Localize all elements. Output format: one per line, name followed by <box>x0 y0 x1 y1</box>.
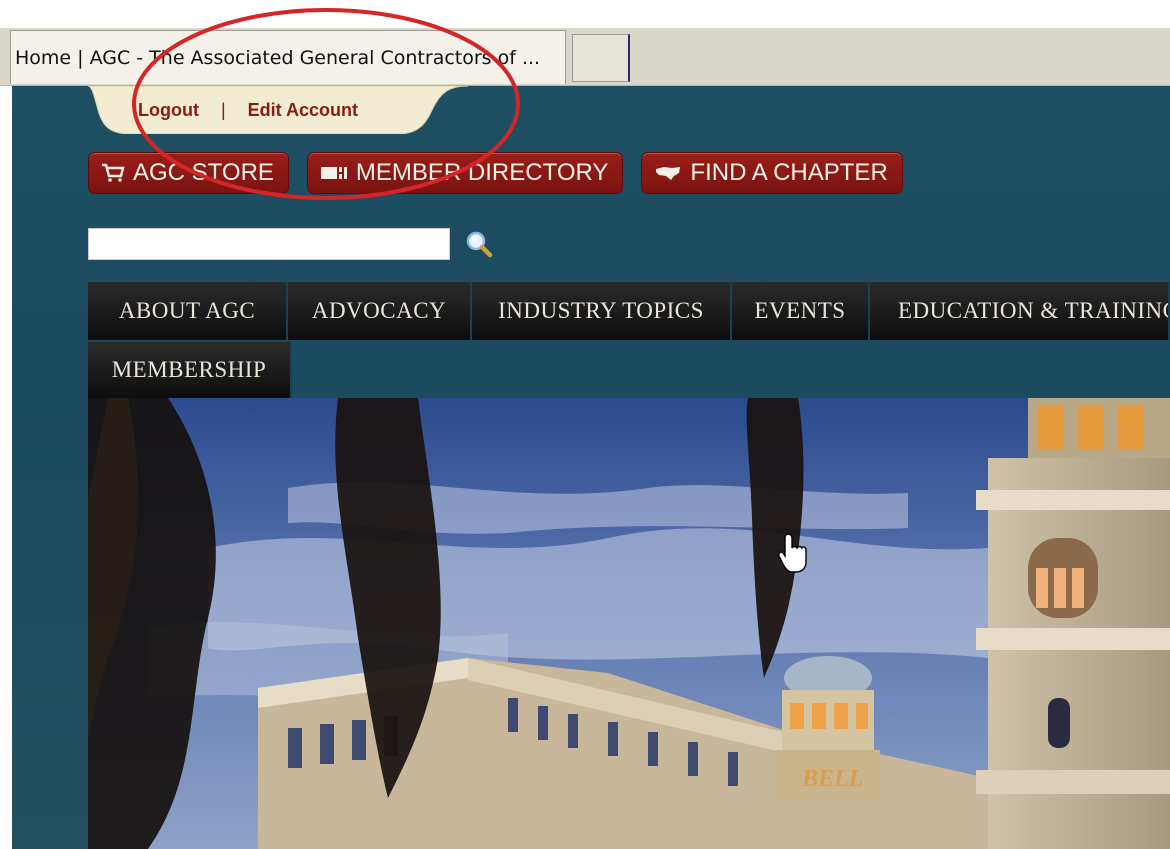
quick-links-bar: AGC STORE MEMBER DIRECTORY FIND A CHAPTE… <box>88 152 903 194</box>
nav-item-label: EDUCATION & TRAINING <box>898 298 1170 323</box>
nav-item-label: EVENTS <box>754 298 846 323</box>
browser-tab-strip: Home | AGC - The Associated General Cont… <box>0 28 1170 86</box>
nav-item-advocacy[interactable]: ADVOCACY <box>288 282 472 340</box>
main-nav-row-2: MEMBERSHIP <box>88 342 292 398</box>
main-nav: ABOUT AGC ADVOCACY INDUSTRY TOPICS EVENT… <box>88 282 1170 340</box>
account-tab: Logout | Edit Account <box>88 86 468 134</box>
nav-item-membership[interactable]: MEMBERSHIP <box>88 342 292 398</box>
account-links: Logout | Edit Account <box>138 100 358 121</box>
map-icon <box>656 167 681 180</box>
hero-photo-bellagio: BELL <box>88 398 1170 849</box>
nav-item-label: INDUSTRY TOPICS <box>498 298 704 323</box>
account-separator: | <box>220 100 226 120</box>
cart-icon <box>102 163 125 182</box>
nav-item-label: MEMBERSHIP <box>111 357 267 382</box>
nav-item-industry-topics[interactable]: INDUSTRY TOPICS <box>472 282 732 340</box>
browser-tab-active[interactable]: Home | AGC - The Associated General Cont… <box>10 30 566 84</box>
search-icon[interactable] <box>464 229 494 259</box>
hero-image[interactable]: BELL <box>88 398 1170 849</box>
member-directory-label: MEMBER DIRECTORY <box>355 159 609 186</box>
agc-store-label: AGC STORE <box>133 159 274 186</box>
nav-item-label: ADVOCACY <box>311 298 447 323</box>
find-a-chapter-label: FIND A CHAPTER <box>690 159 888 186</box>
find-a-chapter-button[interactable]: FIND A CHAPTER <box>641 152 903 194</box>
website-viewport: Logout | Edit Account AGC STORE MEMBER D… <box>12 86 1170 849</box>
search-input[interactable] <box>88 228 450 260</box>
directory-icon <box>320 167 347 179</box>
nav-item-education-training[interactable]: EDUCATION & TRAINING <box>870 282 1170 340</box>
edit-account-link[interactable]: Edit Account <box>248 100 358 121</box>
agc-store-button[interactable]: AGC STORE <box>88 152 289 194</box>
member-directory-button[interactable]: MEMBER DIRECTORY <box>306 152 624 194</box>
browser-tab-title: Home | AGC - The Associated General Cont… <box>15 46 541 69</box>
nav-item-label: ABOUT AGC <box>118 298 256 323</box>
bellagio-sign: BELL <box>801 766 863 792</box>
nav-item-about-agc[interactable]: ABOUT AGC <box>88 282 288 340</box>
nav-item-events[interactable]: EVENTS <box>732 282 870 340</box>
logout-link[interactable]: Logout <box>138 100 199 121</box>
browser-tab-new[interactable] <box>572 34 630 82</box>
